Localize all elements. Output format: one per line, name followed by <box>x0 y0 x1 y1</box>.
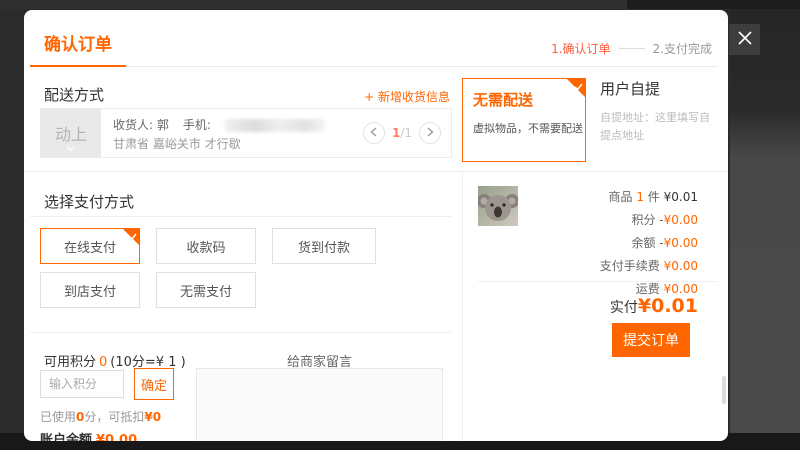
points-used-line: 已使用0分，可抵扣¥0 <box>40 408 161 425</box>
delivery-section-title: 配送方式 <box>44 84 104 105</box>
close-icon <box>737 30 753 49</box>
row-label: 积分 - <box>631 213 663 227</box>
checkout-steps: 1.确认订单 2.支付完成 <box>551 40 712 57</box>
phone-number-redacted <box>225 119 325 132</box>
payment-method-label: 无需支付 <box>180 281 232 300</box>
product-thumbnail <box>478 186 518 226</box>
payment-method-none[interactable]: 无需支付 <box>156 272 256 308</box>
total-line: 实付 ¥0.01 <box>610 295 698 317</box>
balance-label: 账户余额 <box>40 433 92 441</box>
shipping-option-title: 用户自提 <box>600 78 716 99</box>
address-card[interactable]: 动上 收货人: 郭 手机: 甘肃省 嘉峪关市 才行歇 1/1 <box>40 108 452 158</box>
balance-value: ¥0.00 <box>96 433 137 441</box>
chevron-left-icon <box>370 126 377 140</box>
dimmed-page-top-right <box>627 0 800 9</box>
chevron-down-icon <box>66 136 76 155</box>
close-button[interactable] <box>729 24 760 55</box>
step-payment-complete: 2.支付完成 <box>653 40 712 57</box>
chevron-right-icon <box>427 126 434 140</box>
row-value: ¥0.00 <box>664 282 698 296</box>
section-divider <box>24 171 728 172</box>
shipping-option-pickup[interactable]: 用户自提 自提地址：这里填写自提点地址 <box>600 78 716 144</box>
payment-method-label: 收款码 <box>186 237 225 256</box>
product-qty: 1 <box>636 190 644 204</box>
payment-method-label: 在线支付 <box>64 237 116 256</box>
row-value: ¥0.00 <box>664 259 698 273</box>
dialog-title: 确认订单 <box>44 30 112 55</box>
payment-method-qrcode[interactable]: 收款码 <box>156 228 256 264</box>
row-value: ¥0.00 <box>664 213 698 227</box>
summary-row: 余额 -¥0.00 <box>631 234 698 251</box>
product-unit: 件 <box>648 190 660 204</box>
account-balance-line: 账户余额 ¥0.00 <box>40 429 137 441</box>
shipping-option-desc: 虚拟物品，不需要配送 <box>473 120 575 136</box>
used-deduct: ¥0 <box>144 410 161 424</box>
product-label: 商品 <box>608 190 632 204</box>
address-region: 甘肃省 嘉峪关市 才行歇 <box>113 136 363 152</box>
product-value: ¥0.01 <box>664 190 698 204</box>
points-confirm-button[interactable]: 确定 <box>134 368 174 400</box>
row-label: 支付手续费 <box>600 259 660 273</box>
shipping-option-no-delivery[interactable]: 无需配送 虚拟物品，不需要配送 <box>462 78 586 162</box>
payment-method-instore[interactable]: 到店支付 <box>40 272 140 308</box>
payment-section-title: 选择支付方式 <box>44 191 134 212</box>
pager-total: /1 <box>400 126 412 140</box>
points-available: 0 <box>99 355 107 370</box>
summary-divider <box>478 281 718 282</box>
address-tag-selector[interactable]: 动上 <box>41 109 101 157</box>
summary-row-product: 商品 1 件 ¥0.01 <box>608 188 698 205</box>
payment-divider <box>30 216 452 217</box>
payment-method-online[interactable]: 在线支付 <box>40 228 140 264</box>
check-icon <box>574 80 583 94</box>
payment-method-cod[interactable]: 货到付款 <box>272 228 376 264</box>
column-divider <box>462 171 463 441</box>
points-divider <box>30 332 452 333</box>
points-input[interactable] <box>40 370 124 398</box>
header-divider-accent <box>30 65 126 67</box>
shipping-option-title: 无需配送 <box>473 89 575 110</box>
summary-row: 积分 -¥0.00 <box>631 211 698 228</box>
shipping-option-desc: 自提地址：这里填写自提点地址 <box>600 109 716 144</box>
confirm-order-dialog: 确认订单 1.确认订单 2.支付完成 配送方式 + 新增收货信息 动上 收货人:… <box>24 10 728 441</box>
dimmed-page-right <box>730 9 800 433</box>
payment-method-label: 到店支付 <box>64 281 116 300</box>
check-icon <box>128 230 137 245</box>
total-value: ¥0.01 <box>638 295 698 317</box>
row-label: 余额 - <box>631 236 663 250</box>
phone-label: 手机: <box>183 117 211 133</box>
payment-method-label: 货到付款 <box>298 237 350 256</box>
row-value: ¥0.00 <box>664 236 698 250</box>
header-divider <box>30 66 718 67</box>
summary-row: 支付手续费 ¥0.00 <box>600 257 698 274</box>
address-pager: 1/1 <box>363 109 451 157</box>
merchant-message-textarea[interactable] <box>196 368 443 441</box>
next-address-button[interactable] <box>419 122 441 144</box>
used-prefix: 已使用 <box>40 410 76 424</box>
add-address-link[interactable]: + 新增收货信息 <box>364 88 450 105</box>
row-label: 运费 <box>636 282 660 296</box>
step-confirm-order: 1.确认订单 <box>551 40 610 57</box>
step-separator <box>619 48 645 49</box>
used-mid: 分，可抵扣 <box>84 410 144 424</box>
address-info: 收货人: 郭 手机: 甘肃省 嘉峪关市 才行歇 <box>101 109 363 157</box>
receiver-name: 收货人: 郭 <box>113 117 169 133</box>
total-label: 实付 <box>610 297 638 317</box>
submit-order-button[interactable]: 提交订单 <box>612 323 690 357</box>
pager-count: 1/1 <box>392 126 412 140</box>
points-label: 可用积分 <box>44 355 96 370</box>
scrollbar-thumb[interactable] <box>722 376 726 404</box>
prev-address-button[interactable] <box>363 122 385 144</box>
